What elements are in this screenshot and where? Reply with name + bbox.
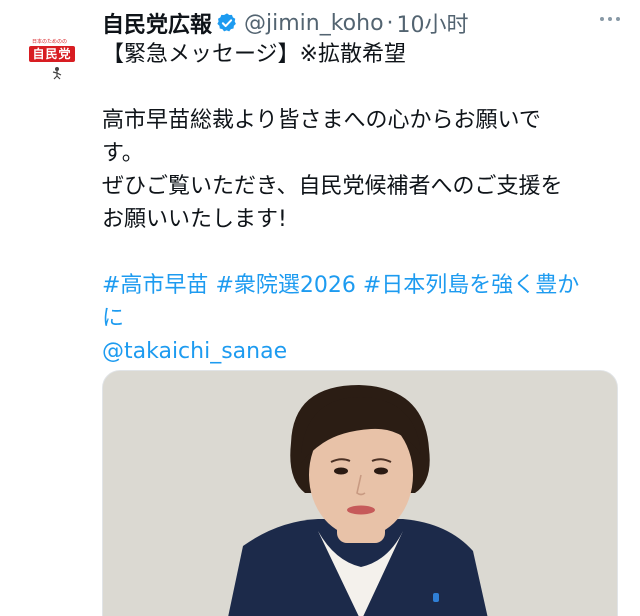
mention-line: @takaichi_sanae (102, 335, 622, 368)
video-thumbnail[interactable] (102, 370, 618, 616)
display-name[interactable]: 自民党広報 (102, 7, 212, 39)
hashtag-line: #高市早苗 #衆院選2026 #日本列島を強く豊か (102, 269, 622, 302)
hashtag-link[interactable]: #高市早苗 (102, 273, 208, 298)
video-frame (103, 371, 617, 616)
hashtag-line: に (102, 302, 622, 335)
header-separator: · (386, 10, 394, 36)
more-dot (616, 17, 620, 21)
person-eye (334, 467, 348, 475)
more-options-icon[interactable] (600, 14, 626, 24)
verified-badge-icon (217, 13, 236, 32)
tweet-line: す。 (102, 141, 144, 166)
tweet-body: 【緊急メッセージ】※拡散希望 高市早苗総裁より皆さまへの心からお願いで す。 ぜ… (102, 38, 622, 368)
mention-link[interactable]: @takaichi_sanae (102, 339, 287, 364)
more-dot (608, 17, 612, 21)
lapel-pin (433, 593, 439, 602)
tweet-line-title: 【緊急メッセージ】※拡散希望 (102, 42, 406, 67)
tweet-card: 日本のためのの 自民党 自民党広報 @jimin_koho · 10小时 【緊急… (0, 0, 640, 616)
person-lips (347, 505, 375, 515)
avatar-logo: 自民党 (29, 46, 75, 62)
avatar-tagline: 日本のためのの (32, 39, 68, 45)
more-dot (600, 17, 604, 21)
hashtag-link-tail[interactable]: に (102, 306, 124, 331)
tweet-line: ぜひご覧いただき、自民党候補者へのご支援を (102, 174, 563, 199)
person-eye (374, 467, 388, 475)
tweet-line: 高市早苗総裁より皆さまへの心からお願いで (102, 108, 541, 133)
hashtag-link[interactable]: #日本列島を強く豊か (363, 273, 579, 298)
tweet-header: 自民党広報 @jimin_koho · 10小时 (102, 6, 469, 40)
avatar-figure-icon (52, 67, 62, 80)
post-timestamp[interactable]: 10小时 (397, 7, 469, 39)
hashtag-link[interactable]: #衆院選2026 (215, 273, 355, 298)
tweet-line: お願いいたします! (102, 207, 287, 232)
account-handle[interactable]: @jimin_koho (244, 11, 384, 36)
account-avatar[interactable]: 日本のためのの 自民党 (18, 16, 86, 84)
